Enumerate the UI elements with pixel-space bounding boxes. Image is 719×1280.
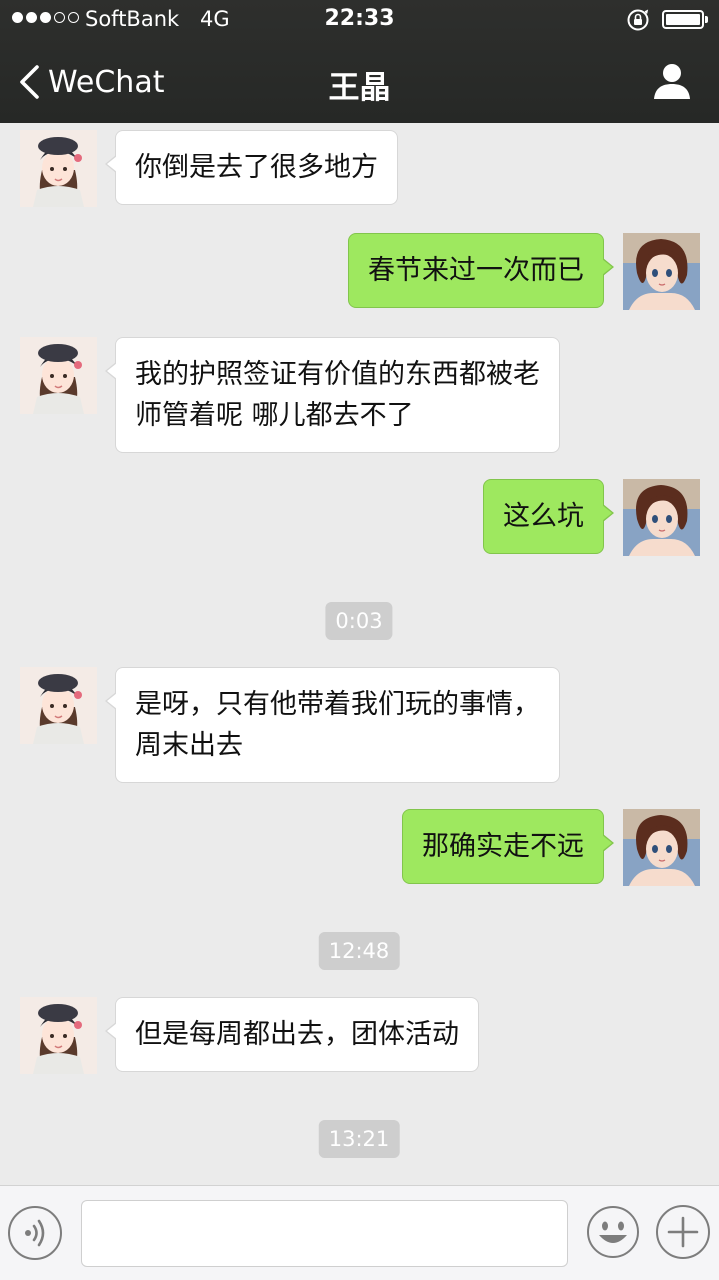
message-bubble-incoming[interactable]: 是呀，只有他带着我们玩的事情， 周末出去	[105, 667, 560, 783]
contact-avatar[interactable]	[20, 337, 97, 414]
status-time: 22:33	[324, 6, 395, 31]
message-bubble-outgoing[interactable]: 这么坑	[483, 479, 614, 554]
message-bubble-incoming[interactable]: 但是每周都出去，团体活动	[105, 997, 479, 1072]
timestamp-divider: 0:03	[325, 602, 393, 640]
emoji-button[interactable]	[586, 1205, 640, 1259]
back-button[interactable]: WeChat	[18, 62, 164, 102]
message-list[interactable]: 你倒是去了很多地方 春节来过一次而已 我的护照签证有价值的东西都被老 师管着呢 …	[0, 123, 719, 1185]
message-bubble-outgoing[interactable]: 那确实走不远	[402, 809, 614, 884]
voice-icon	[25, 1219, 45, 1247]
status-bar: SoftBank 4G 22:33	[0, 0, 719, 40]
message-bubble-outgoing[interactable]: 春节来过一次而已	[348, 233, 614, 308]
plus-icon	[667, 1216, 699, 1248]
timestamp-divider: 12:48	[318, 932, 400, 970]
back-label: WeChat	[48, 64, 165, 100]
voice-input-button[interactable]	[8, 1206, 62, 1260]
rotation-lock-icon	[627, 9, 649, 31]
chevron-left-icon	[20, 65, 39, 99]
contact-avatar[interactable]	[20, 667, 97, 744]
message-input[interactable]	[81, 1200, 568, 1267]
message-bubble-incoming[interactable]: 你倒是去了很多地方	[105, 130, 398, 205]
my-avatar[interactable]	[623, 809, 700, 886]
navigation-bar: SoftBank 4G 22:33 WeChat 王晶	[0, 0, 719, 123]
contact-avatar[interactable]	[20, 130, 97, 207]
profile-button[interactable]	[652, 62, 692, 100]
my-avatar[interactable]	[623, 233, 700, 310]
more-options-button[interactable]	[656, 1205, 710, 1259]
contact-avatar[interactable]	[20, 997, 97, 1074]
input-bar	[0, 1185, 719, 1280]
battery-icon	[662, 10, 708, 29]
my-avatar[interactable]	[623, 479, 700, 556]
timestamp-divider: 13:21	[318, 1120, 400, 1158]
message-bubble-incoming[interactable]: 我的护照签证有价值的东西都被老 师管着呢 哪儿都去不了	[105, 337, 560, 453]
